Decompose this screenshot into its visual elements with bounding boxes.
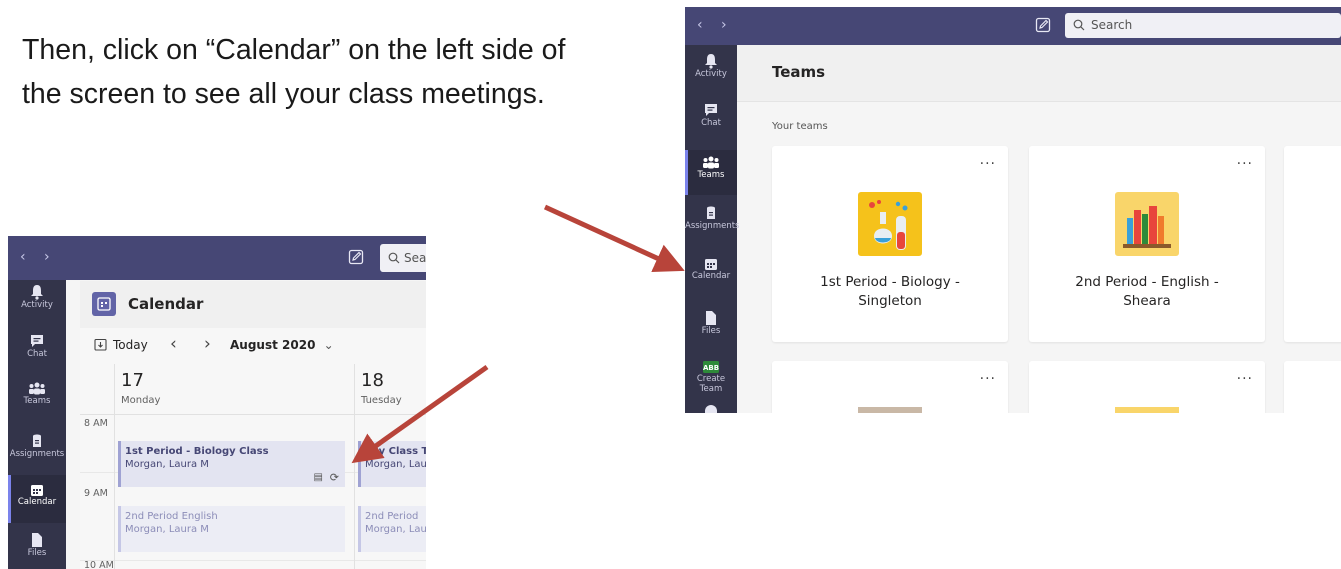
arrow-to-calendar-event (351, 364, 489, 464)
arrow-to-calendar-rail (543, 204, 685, 272)
arrow-overlay (351, 204, 685, 464)
